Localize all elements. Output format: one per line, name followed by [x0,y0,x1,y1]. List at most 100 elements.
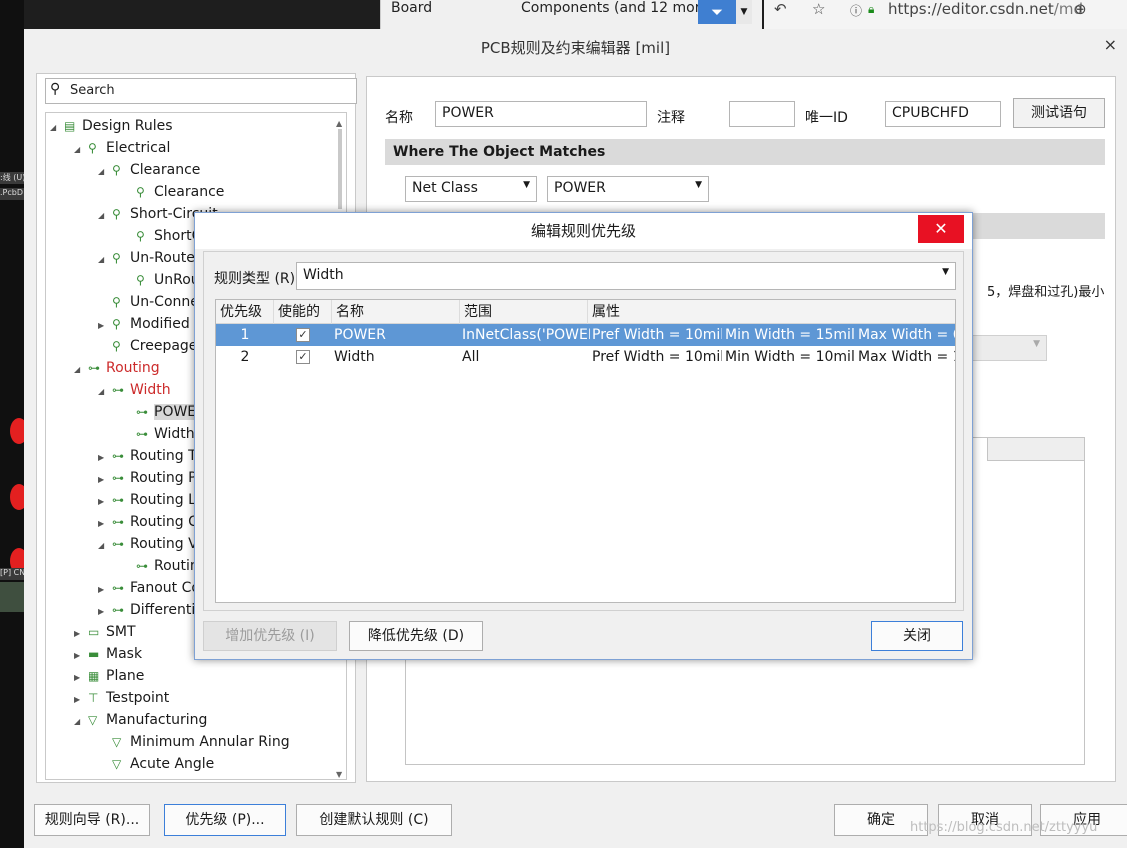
canvas-label: [P] CN [0,568,24,580]
scroll-thumb[interactable] [338,129,342,209]
cell-priority: 1 [240,327,250,343]
tree-item[interactable]: ▽ Minimum Annular Ring [98,731,290,753]
undo-icon[interactable]: ↶ [774,0,787,18]
tree-item[interactable]: ⊶ Width [122,423,195,445]
chevron-right-icon[interactable]: ▶ [98,513,112,535]
col-name[interactable]: 名称 [332,300,460,324]
scroll-down-icon[interactable]: ▼ [336,770,342,779]
lock-icon: 🔒︎ [868,2,875,16]
tree-item-label: Design Rules [82,118,173,134]
electrical-icon: ⚲ [112,339,121,353]
chevron-down-icon[interactable]: ◢ [74,711,88,733]
routing-icon: ⊶ [136,559,148,573]
col-attributes[interactable]: 属性 [588,300,955,324]
chevron-right-icon[interactable]: ▶ [74,667,88,689]
chevron-right-icon[interactable]: ▶ [98,315,112,337]
chevron-down-icon[interactable]: ◢ [98,381,112,403]
chevron-down-icon[interactable]: ◢ [98,205,112,227]
cell-scope: All [462,349,480,365]
tree-item[interactable]: ⚲ Clearance [122,181,224,203]
chevron-right-icon[interactable]: ▶ [98,447,112,469]
chevron-right-icon[interactable]: ▶ [74,645,88,667]
tree-item[interactable]: ▶ ▦ Plane [74,665,144,687]
search-input[interactable]: Search [70,83,115,98]
close-icon[interactable]: ✕ [918,215,964,243]
components-tab[interactable]: Components (and 12 more) [521,0,714,16]
routing-icon: ⊶ [112,515,124,529]
tree-item[interactable]: ▽Hole Size [98,775,195,779]
chevron-down-icon[interactable]: ◢ [74,139,88,161]
match-type-select[interactable]: Net Class ▼ [405,176,537,202]
tree-item[interactable]: ▶ ▬ Mask [74,643,142,665]
match-value-select[interactable]: POWER ▼ [547,176,709,202]
rule-type-select[interactable]: Width ▼ [296,262,956,290]
tree-item[interactable]: ◢ ⚲ Electrical [74,137,170,159]
test-query-button[interactable]: 测试语句 [1013,98,1105,128]
cell-priority: 2 [240,349,250,365]
comment-field[interactable] [729,101,795,127]
where-header: Where The Object Matches [385,139,1105,165]
enabled-checkbox[interactable]: ✓ [296,350,310,364]
col-priority[interactable]: 优先级 [216,300,274,324]
star-icon[interactable]: ☆ [812,0,825,18]
col-enabled[interactable]: 使能的 [274,300,332,324]
tree-item[interactable]: ◢ ⊶ Width [98,379,171,401]
chevron-right-icon[interactable]: ▶ [98,601,112,623]
dialog-body: 规则类型 (R): Width ▼ 优先级 使能的 名称 范围 属性 1 ✓ POWE… [203,251,964,611]
chevron-right-icon[interactable]: ▶ [74,623,88,645]
tree-item[interactable]: ▽ Acute Angle [98,753,214,775]
browser-toolbar: ↶ ☆ ⓘ 🔒︎ https://editor.csdn.net/md ⊕ [764,0,1127,30]
tree-item[interactable]: ▶ ▭ SMT [74,621,136,643]
constraint-text: 5，焊盘和过孔)最小 [987,285,1105,300]
filter-icon[interactable]: ⏷ [698,0,736,24]
chevron-down-icon[interactable]: ◢ [98,161,112,183]
manufacturing-icon: ▽ [112,757,122,771]
chevron-right-icon[interactable]: ▶ [98,579,112,601]
tree-item-label: Width [130,382,171,398]
chevron-down-icon[interactable]: ◢ [74,359,88,381]
tree-item[interactable]: ◢ ⊶ Routing [74,357,160,379]
name-label: 名称 [385,110,413,126]
chevron-right-icon[interactable]: ▶ [98,491,112,513]
enabled-checkbox[interactable]: ✓ [296,328,310,342]
smt-icon: ▭ [88,625,100,639]
search-box[interactable]: ⚲ Search [45,78,357,104]
testpoint-icon: ⊤ [88,691,99,705]
filter-dropdown-icon[interactable]: ▼ [736,0,752,24]
board-tab[interactable]: Board [391,0,432,16]
close-icon[interactable]: × [1104,35,1117,54]
increase-priority-button[interactable]: 增加优先级 (I) [203,621,337,651]
chevron-down-icon[interactable]: ◢ [98,249,112,271]
tree-item[interactable]: ◢ ▽ Manufacturing [74,709,207,731]
create-default-rules-button[interactable]: 创建默认规则 (C) [296,804,452,836]
table-row[interactable]: 2 ✓ Width All Pref Width = 10mil Min Width = … [216,346,955,368]
rule-wizard-button[interactable]: 规则向导 (R)... [34,804,150,836]
table-row[interactable]: 1 ✓ POWER InNetClass('POWER')Pref Width = 1… [216,324,955,346]
tree-item[interactable]: ◢ ▤ Design Rules [50,115,173,137]
edit-priorities-dialog: 编辑规则优先级 ✕ 规则类型 (R): Width ▼ 优先级 使能的 名称 范围… [194,212,973,660]
electrical-icon: ⚲ [112,163,121,177]
electrical-icon: ⚲ [136,229,145,243]
chevron-down-icon[interactable]: ◢ [50,117,64,139]
scroll-up-icon[interactable]: ▲ [336,119,342,128]
unique-id-field[interactable]: CPUBCHFD [885,101,1001,127]
canvas-strip [0,582,24,612]
col-scope[interactable]: 范围 [460,300,588,324]
cell-scope: InNetClass('POWER') [462,327,590,343]
tree-item-label: Mask [106,646,143,662]
chevron-right-icon[interactable]: ▶ [98,469,112,491]
info-icon[interactable]: ⓘ [850,2,862,19]
name-field[interactable]: POWER [435,101,647,127]
priorities-button[interactable]: 优先级 (P)... [164,804,286,836]
decrease-priority-button[interactable]: 降低优先级 (D) [349,621,483,651]
chevron-down-icon[interactable]: ◢ [98,535,112,557]
url-bar[interactable]: https://editor.csdn.net/md [888,0,1083,18]
tree-item[interactable]: ◢ ⚲ Clearance [98,159,200,181]
close-button[interactable]: 关闭 [871,621,963,651]
zoom-icon[interactable]: ⊕ [1074,0,1087,18]
tree-item[interactable]: ▶ ⊤ Testpoint [74,687,169,709]
chevron-right-icon[interactable]: ▶ [74,689,88,711]
tree-item-label: Manufacturing [106,712,208,728]
tree-item-label: Plane [106,668,145,684]
tree-item-label: Clearance [154,184,225,200]
